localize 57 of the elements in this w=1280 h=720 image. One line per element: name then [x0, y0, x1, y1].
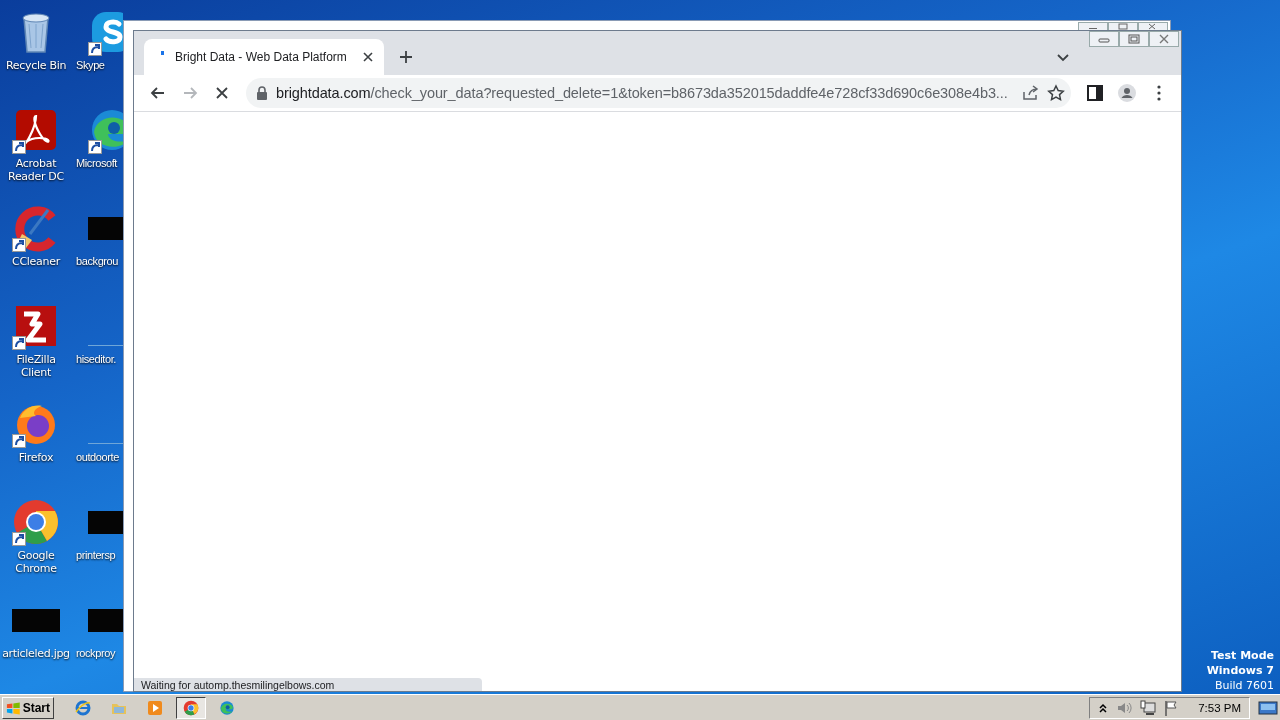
star-icon[interactable]: [1047, 84, 1065, 102]
url-text: brightdata.com/check_your_data?requested_delete=1&token=b8673da352015daddfe4e728cf33d690c6e308e4b3...: [276, 85, 1009, 101]
shortcut-arrow-icon: [12, 140, 26, 154]
desktop-icon-label[interactable]: Skype: [76, 59, 105, 72]
profile-icon: [1118, 84, 1136, 102]
desktop-icon-label[interactable]: hiseditor.: [76, 353, 117, 366]
desktop-icon-label[interactable]: articleled.jpg: [2, 647, 70, 660]
loading-spinner-icon: [161, 51, 164, 55]
start-button[interactable]: Start: [2, 696, 54, 719]
desktop-icon-label[interactable]: FileZilla Client: [0, 353, 72, 379]
shortcut-arrow-icon: [12, 434, 26, 448]
network-icon[interactable]: [1140, 699, 1157, 716]
desktop-icon-label[interactable]: printersp: [76, 549, 116, 562]
shortcut-arrow-icon: [12, 336, 26, 350]
start-logo-icon: [6, 700, 21, 715]
file-thumbnail-icon[interactable]: [88, 511, 123, 534]
shortcut-arrow-icon: [12, 532, 26, 546]
lock-icon: [256, 86, 268, 100]
edge-icon: [219, 699, 235, 716]
address-bar[interactable]: brightdata.com/check_your_data?requested_delete=1&token=b8673da352015daddfe4e728cf33d690c6e308e4b3...: [246, 78, 1071, 108]
taskbar-item[interactable]: [176, 696, 206, 719]
chrome-icon[interactable]: [12, 498, 60, 546]
show-hidden-icons-icon[interactable]: [1098, 701, 1109, 714]
desktop-icon-label[interactable]: Google Chrome: [0, 549, 72, 575]
close-button[interactable]: [1149, 31, 1179, 47]
desktop-icon-label[interactable]: backgrou: [76, 255, 119, 268]
desktop-icon-label[interactable]: CCleaner: [12, 255, 60, 268]
desktop-icon-label[interactable]: Acrobat Reader DC: [0, 157, 72, 183]
shortcut-arrow-icon: [88, 42, 102, 56]
os-notice-text: Build 7601: [1214, 678, 1274, 693]
file-thumbnail-icon[interactable]: [12, 609, 60, 632]
shortcut-arrow-icon: [12, 238, 26, 252]
internet-explorer-icon: [75, 699, 91, 716]
desktop-icon-label[interactable]: rockproy: [76, 647, 115, 660]
desktop-icon-label[interactable]: Firefox: [18, 451, 54, 464]
desktop-icon-label[interactable]: Recycle Bin: [5, 59, 67, 72]
desktop-icon-label[interactable]: outdoorte: [76, 451, 119, 464]
menu-icon: [1157, 85, 1161, 101]
flag-icon[interactable]: [1164, 699, 1179, 716]
maximize-icon: [1117, 23, 1129, 30]
shortcut-arrow-icon: [88, 140, 102, 154]
browser-tab[interactable]: Bright Data - Web Data Platform: [144, 39, 384, 75]
media-player-icon: [147, 699, 163, 716]
desktop-icon-label[interactable]: Microsoft: [76, 157, 118, 170]
file-thumbnail-icon[interactable]: [88, 609, 123, 632]
os-notice-text: Test Mode: [1211, 648, 1274, 663]
status-bubble: Waiting for automp.thesmilingelbows.com: [134, 678, 482, 691]
share-icon[interactable]: [1021, 84, 1039, 102]
os-notice-text: Windows 7: [1206, 663, 1274, 678]
close-icon: [1158, 34, 1170, 44]
chrome-icon: [183, 699, 199, 716]
side-panel-icon: [1086, 84, 1104, 102]
plus-icon: [399, 50, 413, 64]
show-desktop-icon[interactable]: [1258, 699, 1278, 716]
maximize-icon: [1128, 34, 1140, 44]
file-thumbnail-icon[interactable]: [88, 217, 123, 240]
clock-text: 7:53 PM: [1198, 701, 1241, 714]
